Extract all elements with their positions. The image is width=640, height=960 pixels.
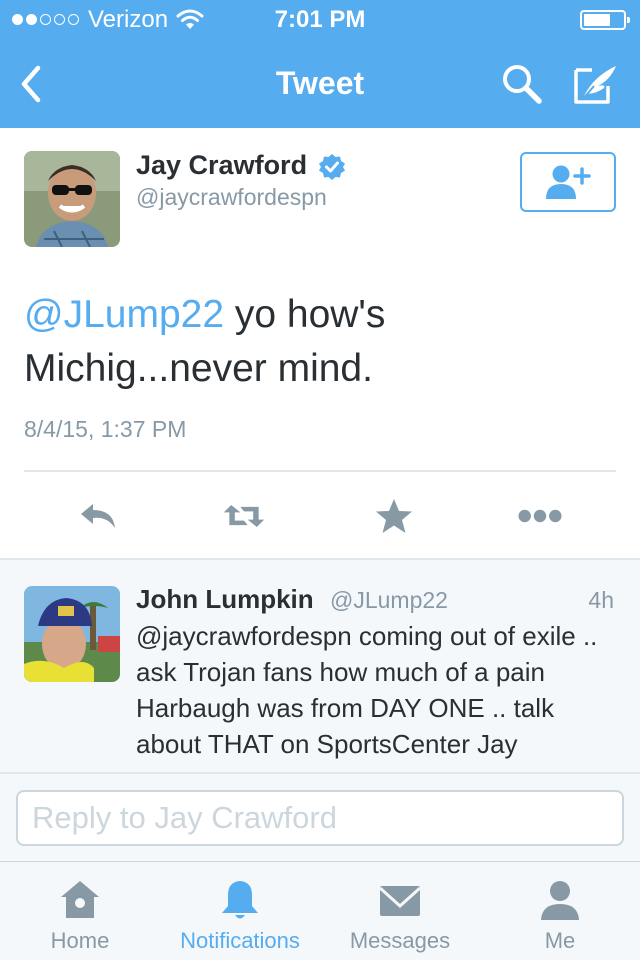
battery-icon bbox=[580, 10, 630, 30]
tab-label: Me bbox=[544, 928, 576, 953]
page-title: Tweet bbox=[275, 65, 365, 101]
favorite-button[interactable] bbox=[372, 496, 416, 536]
favorite-star-icon bbox=[376, 499, 412, 533]
author-avatar-image bbox=[24, 151, 120, 247]
tweet-text: @JLump22 yo how's Michig...never mind. bbox=[24, 288, 620, 396]
person-icon bbox=[541, 881, 579, 920]
reply-input[interactable] bbox=[16, 790, 624, 846]
retweet-icon bbox=[223, 505, 265, 527]
reply-icon bbox=[81, 504, 115, 528]
status-time: 7:01 PM bbox=[274, 6, 366, 33]
reply-tweet[interactable]: John Lumpkin @JLump22 4h @jaycrawfordesp… bbox=[0, 558, 640, 774]
app-header: Verizon 7:01 PM Tweet bbox=[0, 0, 640, 128]
reply-author-avatar[interactable] bbox=[24, 586, 120, 682]
tab-messages[interactable]: Messages bbox=[320, 862, 480, 960]
nav-bar: Tweet bbox=[0, 40, 640, 128]
reply-author-handle[interactable]: @JLump22 bbox=[330, 587, 448, 614]
tab-home[interactable]: Home bbox=[0, 862, 160, 960]
bell-icon bbox=[222, 881, 258, 919]
more-dots-icon bbox=[518, 509, 562, 523]
tweet-actions bbox=[0, 472, 640, 558]
home-icon bbox=[61, 881, 99, 918]
author-avatar[interactable] bbox=[24, 151, 120, 247]
reply-age: 4h bbox=[588, 587, 614, 613]
follow-button[interactable] bbox=[520, 152, 616, 212]
reply-text: @jaycrawfordespn coming out of exile .. … bbox=[136, 621, 598, 759]
verified-badge-icon bbox=[319, 154, 345, 180]
envelope-icon bbox=[378, 886, 422, 916]
reply-author-name[interactable]: John Lumpkin bbox=[136, 584, 314, 615]
compose-quill-icon[interactable] bbox=[572, 62, 620, 106]
author-handle[interactable]: @jaycrawfordespn bbox=[136, 184, 327, 211]
tweet-timestamp: 8/4/15, 1:37 PM bbox=[24, 416, 187, 442]
more-button[interactable] bbox=[518, 496, 562, 536]
tab-label: Notifications bbox=[180, 928, 300, 953]
add-user-icon bbox=[546, 165, 591, 199]
reply-button[interactable] bbox=[76, 496, 120, 536]
status-bar: Verizon 7:01 PM bbox=[0, 0, 640, 40]
reply-avatar-image bbox=[24, 586, 120, 682]
reply-bar bbox=[0, 774, 640, 862]
search-icon[interactable] bbox=[500, 62, 544, 106]
tab-me[interactable]: Me bbox=[480, 862, 640, 960]
author-name[interactable]: Jay Crawford bbox=[136, 150, 307, 181]
retweet-button[interactable] bbox=[222, 496, 266, 536]
tab-notifications[interactable]: Notifications bbox=[160, 862, 320, 960]
tab-bar: Home Notifications Messages Me bbox=[0, 862, 640, 960]
mention-link[interactable]: @JLump22 bbox=[24, 293, 224, 336]
tab-label: Messages bbox=[349, 928, 451, 953]
tab-label: Home bbox=[50, 928, 110, 953]
